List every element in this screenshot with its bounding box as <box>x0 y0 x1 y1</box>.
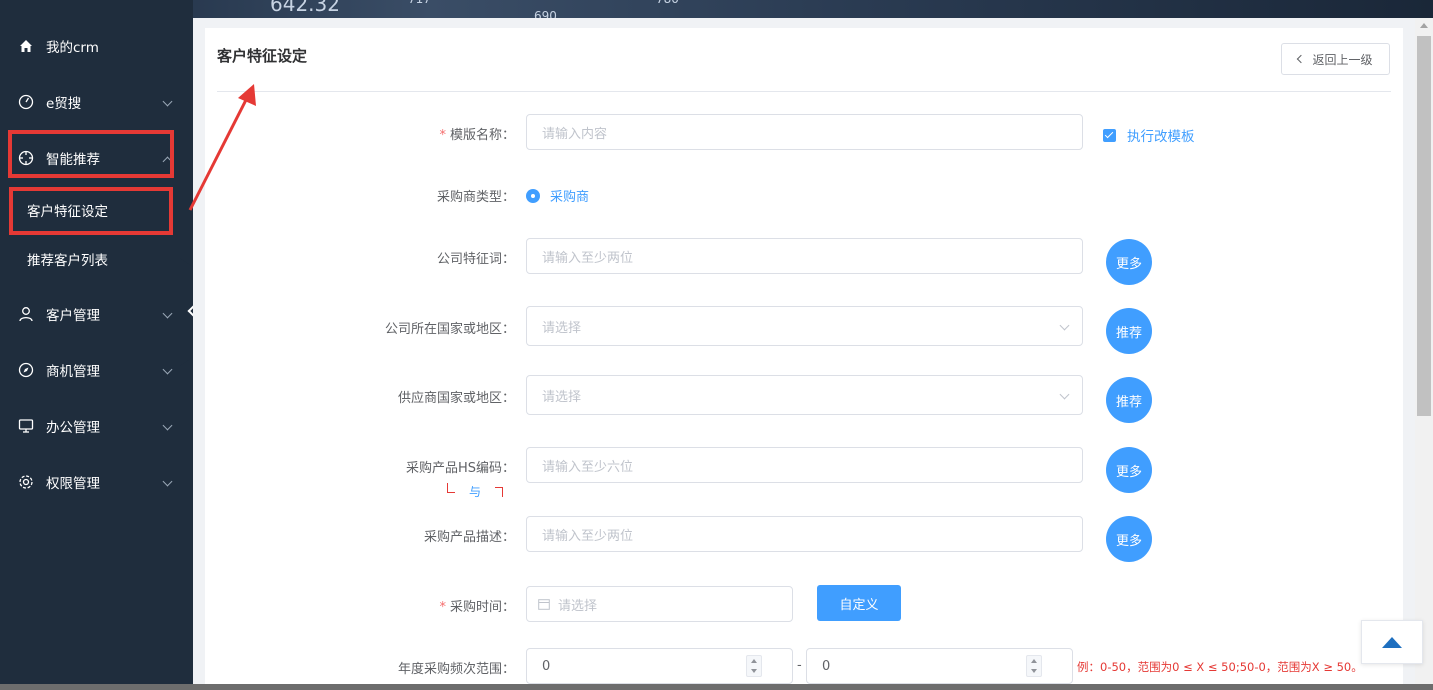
and-connector: 与 <box>447 483 503 503</box>
scroll-thumb[interactable] <box>1417 36 1431 416</box>
supplier-country-label: 供应商国家或地区： <box>397 391 515 406</box>
required-mark: * <box>439 600 446 615</box>
checkbox-checked-icon <box>1103 128 1116 142</box>
bracket-right <box>495 487 503 497</box>
sidebar-subitem-recommended-list[interactable]: 推荐客户列表 <box>0 235 193 283</box>
stepper-icon[interactable] <box>1026 655 1042 677</box>
hs-code-label: 采购产品HS编码： <box>405 461 515 476</box>
main-area: 客户特征设定 返回上一级 * 模版名称： 请输入内容 执行改模板 采购商类型： 采… <box>193 18 1415 690</box>
execute-template-checkbox[interactable]: 执行改模板 <box>1103 125 1195 145</box>
sidebar-subitem-customer-feature[interactable]: 客户特征设定 <box>0 186 193 234</box>
company-country-recommend-button[interactable]: 推荐 <box>1106 308 1152 354</box>
sidebar-item-permission-management[interactable]: 权限管理 <box>0 454 193 510</box>
stepper-icon[interactable] <box>746 655 762 677</box>
required-mark: * <box>439 128 446 143</box>
sidebar-item-label: 办公管理 <box>46 420 100 436</box>
banner-number: 642.32 <box>270 0 340 16</box>
back-to-top-button[interactable] <box>1361 620 1423 664</box>
company-country-select[interactable]: 请选择 <box>526 306 1083 346</box>
company-keyword-more-button[interactable]: 更多 <box>1106 239 1152 285</box>
vertical-scrollbar[interactable] <box>1415 18 1433 690</box>
sidebar-item-label: 我的crm <box>46 40 99 56</box>
sidebar: 我的crm e贸搜 智能推荐 客户特征设定 推荐客户列表 客户管理 商机管理 办… <box>0 0 193 690</box>
supplier-country-recommend-button[interactable]: 推荐 <box>1106 377 1152 423</box>
chevron-down-icon <box>162 364 173 375</box>
buyer-type-radio[interactable]: 采购商 <box>526 186 589 205</box>
radio-selected-icon <box>526 188 540 203</box>
compass-icon <box>18 362 34 378</box>
sidebar-item-office-management[interactable]: 办公管理 <box>0 398 193 454</box>
buyer-type-label: 采购商类型： <box>436 190 515 205</box>
frequency-min-input[interactable]: 0 <box>526 648 793 684</box>
back-button[interactable]: 返回上一级 <box>1281 43 1390 75</box>
chevron-down-icon <box>162 476 173 487</box>
arrow-up-icon <box>1382 636 1402 648</box>
taskbar <box>0 684 1433 690</box>
frequency-label: 年度采购频次范围： <box>397 662 515 677</box>
chevron-up-icon <box>162 156 173 167</box>
frequency-hint: 例：0-50，范围为0 ≤ X ≤ 50;50-0，范围为X ≥ 50。 <box>1077 660 1363 674</box>
sidebar-item-customer-management[interactable]: 客户管理 <box>0 286 193 342</box>
sidebar-item-label: e贸搜 <box>46 96 82 112</box>
home-icon <box>18 38 34 54</box>
hs-code-input[interactable]: 请输入至少六位 <box>526 447 1083 483</box>
sidebar-subitem-label: 推荐客户列表 <box>27 253 108 269</box>
bracket-left <box>447 483 455 493</box>
sidebar-item-label: 权限管理 <box>46 476 100 492</box>
frequency-max-input[interactable]: 0 <box>806 648 1073 684</box>
chevron-down-icon <box>1059 389 1070 400</box>
sidebar-item-my-crm[interactable]: 我的crm <box>0 18 193 74</box>
template-name-input[interactable]: 请输入内容 <box>526 114 1083 150</box>
sidebar-item-opportunity-management[interactable]: 商机管理 <box>0 342 193 398</box>
chevron-down-icon <box>162 308 173 319</box>
gear-icon <box>18 474 34 490</box>
banner-number: 690 <box>534 9 557 18</box>
background-banner: 719 642.32 717 690 780 <box>0 0 1433 18</box>
scroll-up-icon[interactable] <box>1420 23 1428 28</box>
product-desc-label: 采购产品描述： <box>423 530 515 545</box>
supplier-country-select[interactable]: 请选择 <box>526 375 1083 415</box>
sidebar-subitem-label: 客户特征设定 <box>27 204 108 220</box>
chevron-down-icon <box>162 96 173 107</box>
divider <box>217 91 1391 92</box>
monitor-icon <box>18 418 34 434</box>
chevron-down-icon <box>162 420 173 431</box>
chevron-down-icon <box>1059 320 1070 331</box>
banner-number: 780 <box>656 0 679 6</box>
chevron-left-icon <box>1297 54 1306 64</box>
form-panel: 客户特征设定 返回上一级 * 模版名称： 请输入内容 执行改模板 采购商类型： 采… <box>205 28 1403 690</box>
purchase-time-custom-button[interactable]: 自定义 <box>817 585 901 621</box>
sidebar-item-label: 智能推荐 <box>46 152 100 168</box>
purchase-time-label: * 采购时间： <box>439 600 515 615</box>
product-desc-input[interactable]: 请输入至少两位 <box>526 516 1083 552</box>
product-desc-more-button[interactable]: 更多 <box>1106 516 1152 562</box>
user-icon <box>18 306 34 322</box>
page-title: 客户特征设定 <box>217 47 308 65</box>
sidebar-item-label: 商机管理 <box>46 364 100 380</box>
crosshair-icon <box>18 150 34 166</box>
calendar-icon <box>538 598 550 610</box>
company-country-label: 公司所在国家或地区： <box>384 322 515 337</box>
banner-number: 717 <box>408 0 431 6</box>
company-keyword-label: 公司特征词： <box>436 252 515 267</box>
gauge-icon <box>18 94 34 110</box>
hs-code-more-button[interactable]: 更多 <box>1106 447 1152 493</box>
company-keyword-input[interactable]: 请输入至少两位 <box>526 238 1083 274</box>
back-button-label: 返回上一级 <box>1312 52 1373 67</box>
sidebar-item-smart-recommend[interactable]: 智能推荐 <box>0 130 193 186</box>
sidebar-item-e-search[interactable]: e贸搜 <box>0 74 193 130</box>
range-separator: - <box>797 658 802 673</box>
purchase-time-picker[interactable]: 请选择 <box>526 586 793 622</box>
sidebar-item-label: 客户管理 <box>46 308 100 324</box>
template-name-label: * 模版名称： <box>439 128 515 143</box>
